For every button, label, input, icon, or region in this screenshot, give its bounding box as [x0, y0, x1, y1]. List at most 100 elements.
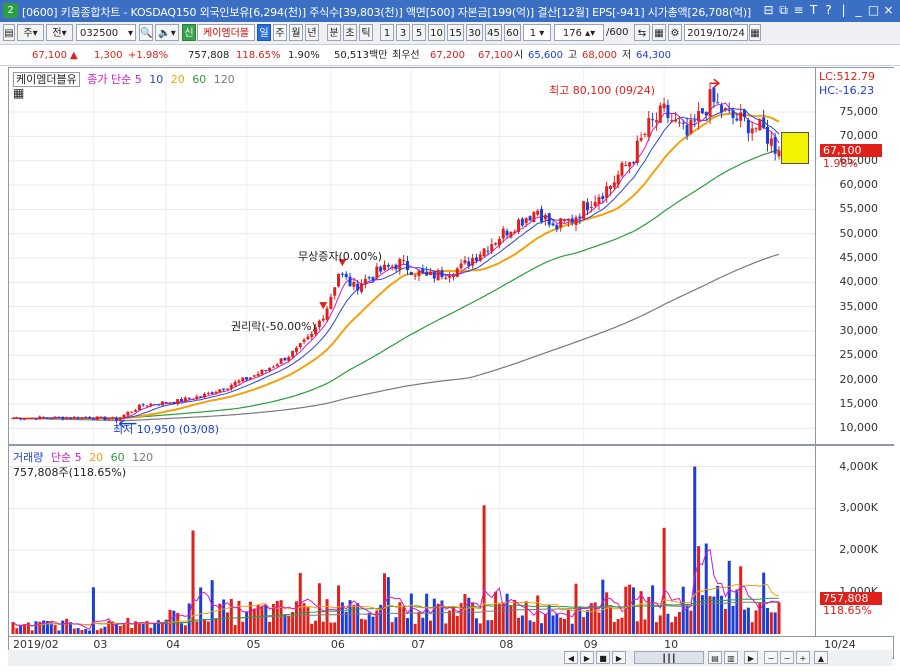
volume-bar — [654, 622, 658, 634]
candle-body — [517, 219, 521, 232]
restore-icon[interactable]: ⧉ — [776, 3, 791, 18]
volume-bar — [291, 612, 295, 634]
fit-icon[interactable]: ▥ — [724, 651, 738, 664]
scroll-thumb[interactable]: ┃┃┃ — [634, 651, 704, 664]
scroll-left-icon[interactable]: ◀ — [564, 651, 578, 664]
scroll-up-icon[interactable]: ▲ — [814, 651, 828, 664]
tab-tick[interactable]: 틱 — [359, 24, 373, 41]
candle-body — [164, 402, 168, 404]
speaker-icon[interactable]: 🔈▾ — [155, 24, 179, 41]
candle-body — [195, 396, 199, 399]
interval-5[interactable]: 5 — [412, 24, 426, 41]
stock-code-input[interactable]: 032500 ▾ — [76, 24, 136, 41]
calendar-icon[interactable]: ▦ — [749, 24, 761, 41]
candle-body — [566, 218, 570, 221]
candle-body — [593, 201, 597, 207]
tab-second[interactable]: 초 — [343, 24, 357, 41]
volume-bar — [597, 612, 601, 634]
candle-body — [505, 230, 509, 236]
interval-15[interactable]: 15 — [447, 24, 464, 41]
layout-icon[interactable]: ⊟ — [761, 3, 776, 17]
gear-icon[interactable]: ⚙ — [668, 24, 682, 41]
candle-body — [471, 258, 475, 266]
interval-select[interactable]: 1 ▾ — [523, 24, 551, 41]
candle-body — [176, 399, 180, 405]
volume-bar — [693, 466, 697, 634]
candle-body — [639, 137, 643, 141]
period-select[interactable]: 주▾ — [17, 24, 44, 41]
zoom-icon[interactable]: ▤ — [708, 651, 722, 664]
chart-area[interactable]: 케이엠더블유 종가 단순 5 10 20 60 120 ▦ 최고 80,100 … — [8, 67, 894, 659]
table-icon[interactable]: ▦ — [652, 24, 666, 41]
zoom-out-icon[interactable]: − — [764, 651, 778, 664]
volume-bar — [731, 605, 735, 634]
tab-day[interactable]: 일 — [257, 24, 271, 41]
volume-bar — [195, 621, 199, 634]
candle-body — [279, 358, 283, 364]
tab-week[interactable]: 주 — [273, 24, 287, 41]
legend-volume-ma: 단순 — [50, 451, 72, 464]
turnover-value: 1.90% — [288, 50, 320, 61]
change-value: 1,300 — [94, 50, 123, 61]
help-icon[interactable]: ? — [821, 3, 836, 17]
legend-ma-label: 종가 단순 — [87, 73, 132, 86]
bottom-scrollbar[interactable]: ◀ ▶ ■ ▶ ┃┃┃ ▤ ▥ ▶ − − + ▲ — [8, 650, 892, 666]
text-icon[interactable]: T — [806, 3, 821, 17]
interval-60[interactable]: 60 — [504, 24, 521, 41]
volume-legend: 거래량 단순 5 20 60 120 — [13, 449, 153, 465]
candle-body — [49, 418, 53, 420]
volume-chart-svg[interactable] — [9, 446, 815, 636]
high-value: 68,000 — [582, 50, 617, 61]
volume-bar — [360, 618, 364, 634]
volume-bar — [555, 613, 559, 634]
prev-select[interactable]: 전▾ — [46, 24, 73, 41]
volume-bar — [643, 619, 647, 634]
volume-bar — [428, 620, 432, 634]
volume-bar — [478, 623, 482, 634]
candle-body — [509, 232, 513, 238]
candle-body — [459, 263, 463, 269]
interval-10[interactable]: 10 — [428, 24, 445, 41]
interval-3[interactable]: 3 — [396, 24, 410, 41]
zoom-in-icon[interactable]: + — [796, 651, 810, 664]
scroll-play-icon[interactable]: ▶ — [580, 651, 594, 664]
candle-body — [624, 165, 628, 167]
volume-bar — [716, 585, 720, 634]
candle-body — [425, 271, 429, 276]
toggle-icon[interactable]: ▤ — [3, 24, 15, 41]
scroll-stop-icon[interactable]: ■ — [596, 651, 610, 664]
close-icon[interactable]: × — [881, 3, 896, 17]
interval-30[interactable]: 30 — [466, 24, 483, 41]
search-icon[interactable]: 🔍 — [139, 24, 153, 41]
volume-panel[interactable]: 거래량 단순 5 20 60 120 757,808주(118.65%) — [9, 446, 815, 636]
volume-bar — [536, 595, 540, 634]
candle-body — [65, 417, 69, 420]
candle-body — [490, 244, 494, 252]
tab-minute[interactable]: 분 — [327, 24, 341, 41]
scroll-end-icon[interactable]: ▶ — [744, 651, 758, 664]
grid-icon[interactable]: ▦ — [13, 86, 24, 100]
volume-bar — [425, 593, 429, 634]
candle-body — [720, 105, 724, 113]
minimize-icon[interactable]: _ — [851, 3, 866, 17]
volume-bar — [321, 621, 325, 634]
price-chart-svg[interactable] — [9, 68, 815, 444]
interval-1[interactable]: 1 — [380, 24, 394, 41]
legend-ma10: 10 — [149, 73, 164, 86]
candle-body — [61, 416, 65, 420]
menu-icon[interactable]: ≡ — [791, 3, 806, 17]
pan-icon[interactable]: ⇆ — [634, 24, 650, 41]
count-input[interactable]: 176 ▴▾ — [554, 24, 604, 41]
price-panel[interactable]: 케이엠더블유 종가 단순 5 10 20 60 120 ▦ 최고 80,100 … — [9, 68, 815, 446]
zoom-slider-icon[interactable]: − — [780, 651, 794, 664]
tab-month[interactable]: 월 — [289, 24, 303, 41]
scroll-right-icon[interactable]: ▶ — [612, 651, 626, 664]
tab-year[interactable]: 년 — [305, 24, 319, 41]
maximize-icon[interactable]: □ — [866, 3, 881, 17]
date-input[interactable]: 2019/10/24 — [684, 24, 748, 41]
volume-bar — [620, 617, 624, 634]
interval-45[interactable]: 45 — [485, 24, 502, 41]
volume-bar — [586, 610, 589, 634]
volume-bar — [463, 593, 467, 634]
count-total: /600 — [606, 27, 629, 38]
